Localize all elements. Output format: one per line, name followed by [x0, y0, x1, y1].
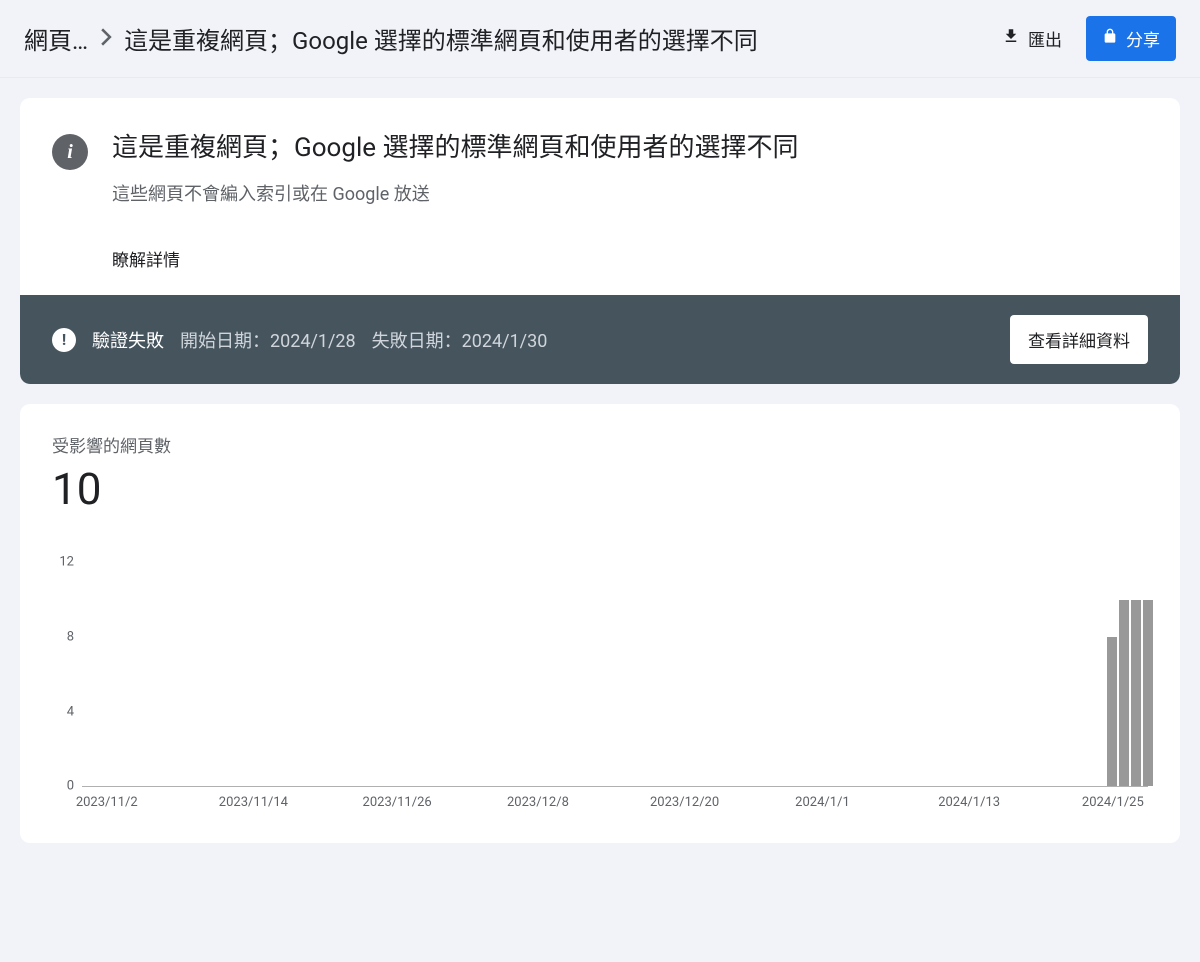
- share-label: 分享: [1126, 26, 1160, 51]
- validation-fail: 失敗日期：2024/1/30: [372, 327, 548, 353]
- issue-card: i 這是重複網頁；Google 選擇的標準網頁和使用者的選擇不同 這些網頁不會編…: [20, 98, 1180, 384]
- chart-y-tick: 4: [67, 704, 74, 719]
- chart-x-tick: 2024/1/25: [1082, 795, 1144, 810]
- issue-title: 這是重複網頁；Google 選擇的標準網頁和使用者的選擇不同: [112, 130, 852, 166]
- chart-x-tick: 2024/1/13: [938, 795, 1000, 810]
- chart-x-tick: 2023/12/20: [650, 795, 719, 810]
- chart: 04812 2023/11/2 2023/11/14 2023/11/26 2023/…: [52, 563, 1148, 815]
- chart-bar[interactable]: [1143, 600, 1153, 787]
- chart-plot-area: 04812: [82, 563, 1148, 787]
- validation-bar: ! 驗證失敗 開始日期：2024/1/28 失敗日期：2024/1/30 查看詳…: [20, 295, 1180, 384]
- stat-label: 受影響的網頁數: [52, 432, 1148, 457]
- page-header: 網頁… 這是重複網頁；Google 選擇的標準網頁和使用者的選擇不同 匯出 分享: [0, 0, 1200, 78]
- validation-status: 驗證失敗: [92, 327, 164, 353]
- breadcrumb-current: 這是重複網頁；Google 選擇的標準網頁和使用者的選擇不同: [124, 21, 758, 56]
- chart-card: 受影響的網頁數 10 04812 2023/11/22023/11/142023…: [20, 404, 1180, 843]
- info-icon: i: [52, 134, 88, 170]
- stat-value: 10: [52, 463, 1148, 515]
- view-details-button[interactable]: 查看詳細資料: [1010, 315, 1148, 364]
- breadcrumb: 網頁… 這是重複網頁；Google 選擇的標準網頁和使用者的選擇不同: [24, 21, 998, 56]
- error-icon: !: [52, 328, 76, 352]
- issue-subtitle: 這些網頁不會編入索引或在 Google 放送: [112, 180, 852, 206]
- export-button[interactable]: 匯出: [998, 20, 1066, 57]
- chart-y-tick: 0: [67, 779, 74, 794]
- chart-x-tick: 2024/1/1: [795, 795, 850, 810]
- chart-x-axis: 2023/11/22023/11/142023/11/262023/12/820…: [82, 795, 1148, 815]
- chart-bar[interactable]: [1107, 637, 1117, 786]
- validation-start: 開始日期：2024/1/28: [180, 327, 356, 353]
- breadcrumb-root[interactable]: 網頁…: [24, 21, 88, 56]
- chart-bar[interactable]: [1119, 600, 1129, 787]
- lock-icon: [1102, 28, 1118, 49]
- validation-dates: 開始日期：2024/1/28 失敗日期：2024/1/30: [180, 327, 547, 353]
- learn-more-link[interactable]: 瞭解詳情: [112, 246, 180, 271]
- header-actions: 匯出 分享: [998, 16, 1176, 61]
- chart-y-tick: 12: [59, 555, 74, 570]
- chart-bars: [82, 563, 1148, 786]
- share-button[interactable]: 分享: [1086, 16, 1176, 61]
- chart-y-axis: 04812: [52, 563, 78, 786]
- issue-card-header: i 這是重複網頁；Google 選擇的標準網頁和使用者的選擇不同 這些網頁不會編…: [20, 98, 1180, 295]
- issue-title-block: 這是重複網頁；Google 選擇的標準網頁和使用者的選擇不同 這些網頁不會編入索…: [112, 130, 852, 271]
- chevron-right-icon: [100, 27, 112, 51]
- chart-x-tick: 2023/11/26: [363, 795, 432, 810]
- chart-x-tick: 2023/11/2: [76, 795, 138, 810]
- export-label: 匯出: [1028, 26, 1062, 51]
- chart-y-tick: 8: [67, 630, 74, 645]
- chart-x-tick: 2023/11/14: [219, 795, 288, 810]
- download-icon: [1002, 27, 1020, 51]
- chart-bar[interactable]: [1131, 600, 1141, 787]
- chart-x-tick: 2023/12/8: [507, 795, 569, 810]
